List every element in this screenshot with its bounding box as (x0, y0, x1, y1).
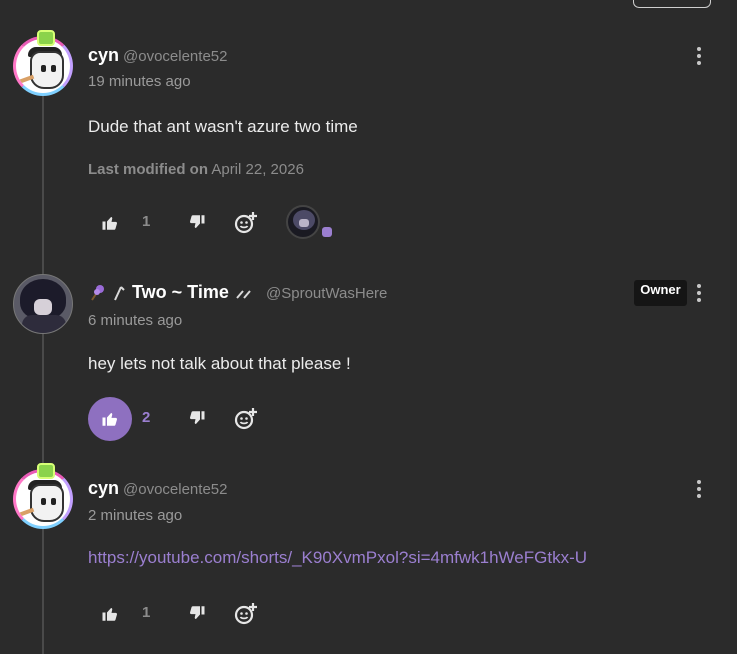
dislike-button[interactable] (188, 213, 206, 236)
like-count: 2 (142, 409, 151, 426)
kebab-menu-icon[interactable] (696, 480, 702, 500)
like-count: 1 (142, 604, 151, 621)
comment-body: Dude that ant wasn't azure two time (88, 117, 358, 136)
thumbs-down-icon (189, 606, 205, 619)
lavender-icon (91, 285, 104, 301)
comment-author-name[interactable]: cyn (88, 478, 119, 499)
thumbs-down-icon (189, 411, 205, 424)
owner-badge: Owner (634, 280, 687, 306)
avatar-two-time[interactable] (13, 274, 73, 334)
comment-author-handle[interactable]: @SproutWasHere (266, 285, 387, 302)
like-count: 1 (142, 213, 151, 230)
avatar-badge-icon (37, 30, 55, 46)
comment-author-handle[interactable]: @ovocelente52 (123, 48, 227, 65)
last-modified-label: Last modified on (88, 161, 208, 178)
comment-actions: 2 (88, 397, 388, 441)
add-reaction-button[interactable] (234, 211, 258, 240)
comment-link[interactable]: https://youtube.com/shorts/_K90XvmPxol?s… (88, 548, 587, 568)
last-modified-date: April 22, 2026 (211, 161, 304, 178)
dislike-button[interactable] (188, 604, 206, 627)
comment-actions: 1 (88, 592, 388, 636)
kebab-menu-icon[interactable] (696, 47, 702, 67)
comment-author-name[interactable]: Two ~ Time (88, 282, 259, 303)
top-button[interactable] (633, 0, 711, 8)
thread-line (42, 94, 44, 654)
comment-actions: 1 (88, 201, 388, 245)
comment-timestamp: 6 minutes ago (88, 312, 183, 329)
author-display-name: Two ~ Time (132, 282, 229, 302)
comment-author-handle[interactable]: @ovocelente52 (123, 481, 227, 498)
add-reaction-button[interactable] (234, 407, 258, 436)
thumbs-up-icon (102, 608, 118, 621)
add-reaction-button[interactable] (234, 602, 258, 631)
comment-timestamp: 2 minutes ago (88, 507, 183, 524)
add-reaction-icon (234, 212, 257, 234)
dislike-button[interactable] (188, 409, 206, 432)
last-modified: Last modified on April 22, 2026 (88, 161, 304, 178)
sparkle-icon (114, 286, 125, 301)
thumbs-up-icon (102, 217, 118, 230)
add-reaction-icon (234, 603, 257, 625)
thumbs-down-icon (189, 215, 205, 228)
sparkle-icon (236, 290, 251, 299)
add-reaction-icon (234, 408, 257, 430)
comment-body: hey lets not talk about that please ! (88, 354, 351, 373)
comment-timestamp: 19 minutes ago (88, 73, 191, 90)
avatar-badge-icon (37, 463, 55, 479)
like-button[interactable] (88, 201, 132, 245)
thumbs-up-icon (102, 413, 118, 426)
reactor-avatar[interactable] (286, 205, 320, 239)
comment-author-name[interactable]: cyn (88, 45, 119, 66)
kebab-menu-icon[interactable] (696, 284, 702, 304)
like-button[interactable] (88, 397, 132, 441)
reaction-badge-icon (322, 227, 332, 237)
like-button[interactable] (88, 592, 132, 636)
